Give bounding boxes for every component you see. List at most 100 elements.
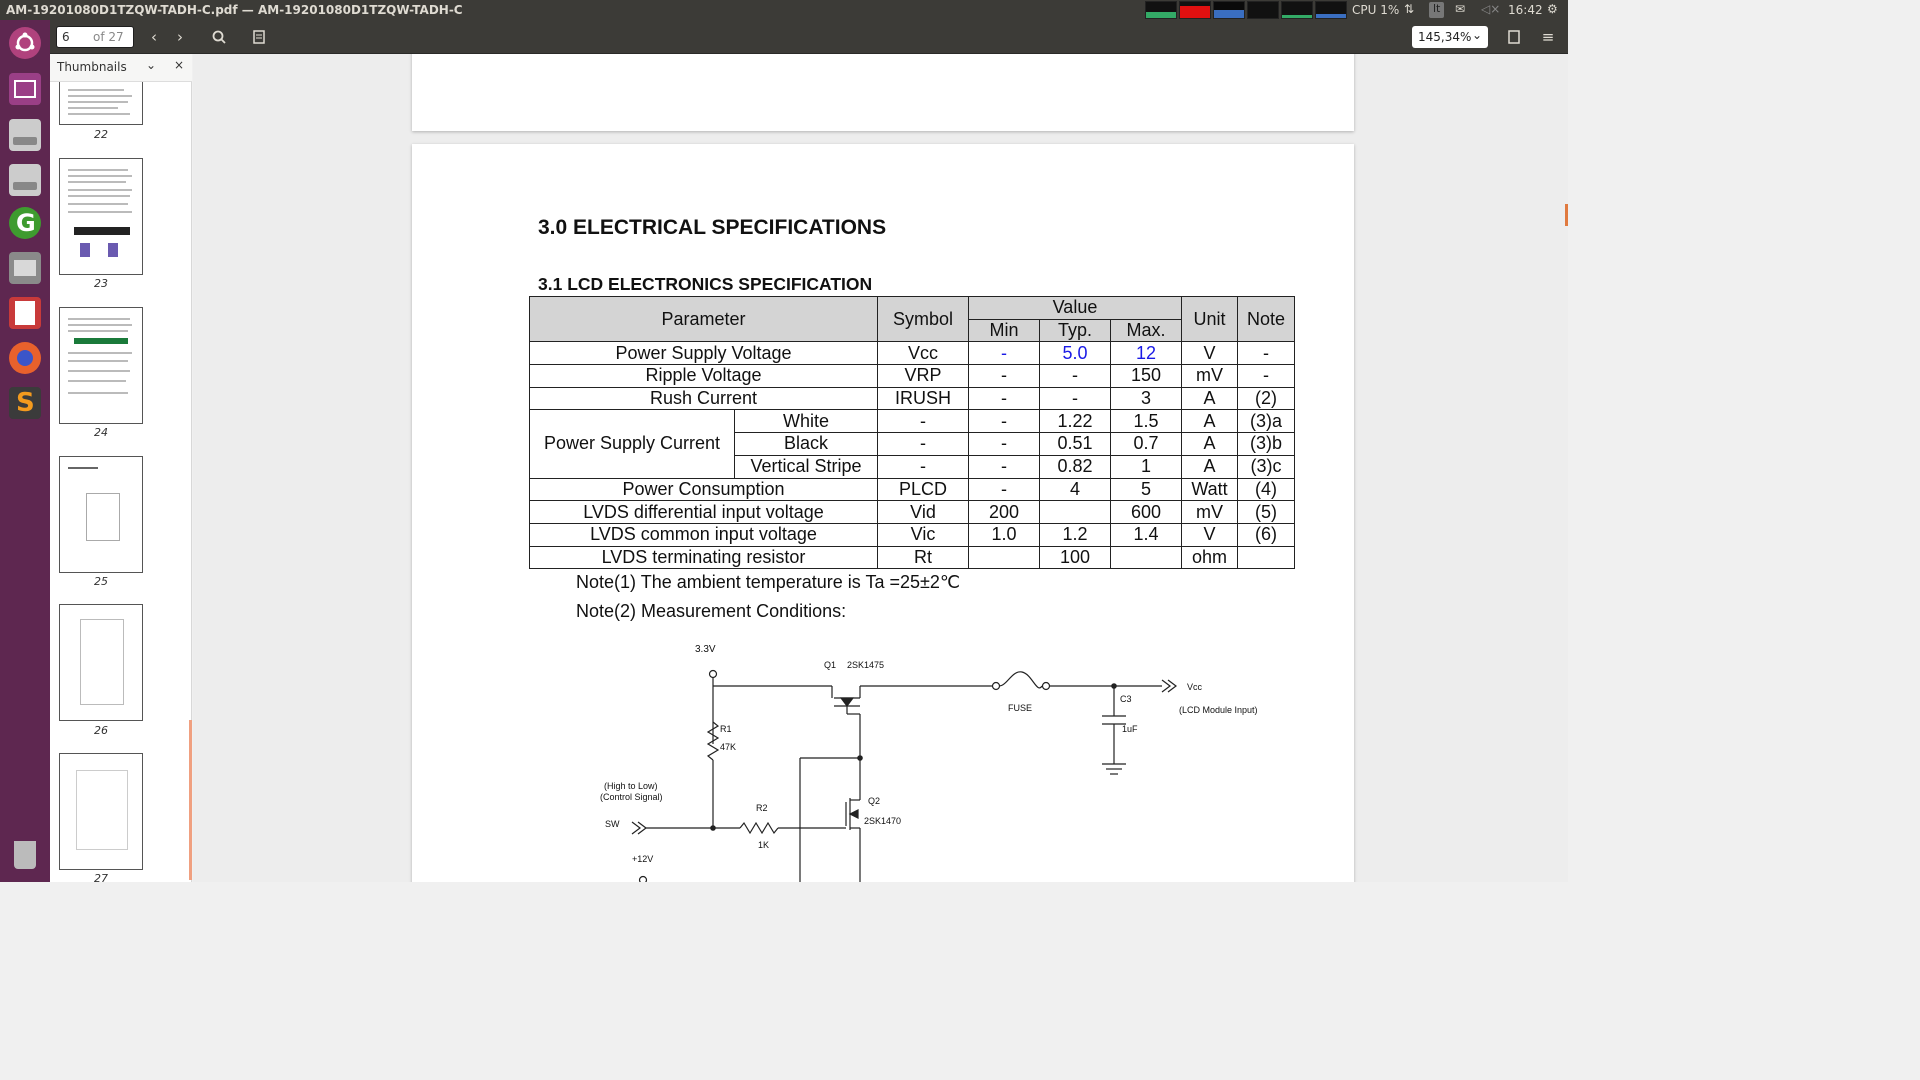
cell-subparameter: White — [734, 409, 878, 434]
network-graph — [1213, 1, 1245, 19]
table-row: Ripple Voltage VRP - - 150 mV - — [529, 364, 1295, 388]
sidebar-scrollbar[interactable] — [189, 720, 192, 880]
annotations-icon[interactable] — [247, 26, 271, 48]
file-manager-icon[interactable] — [5, 248, 45, 288]
cell-unit: A — [1181, 386, 1238, 411]
thumbnail-page[interactable] — [59, 456, 143, 573]
cell-min — [968, 545, 1040, 570]
cell-min: 1.0 — [968, 522, 1040, 547]
cpu-label[interactable]: CPU 1% — [1352, 3, 1399, 17]
top-panel: AM-19201080D1TZQW-TADH-C.pdf — AM-192010… — [0, 0, 1568, 20]
cell-typ: 4 — [1039, 477, 1111, 502]
firefox-icon[interactable] — [5, 338, 45, 378]
cell-max: 5 — [1110, 477, 1182, 502]
update-manager-icon[interactable]: G — [5, 203, 45, 243]
disk-drive-icon-2[interactable] — [5, 160, 45, 200]
thumbnail-list[interactable]: 22 23 24 25 26 27 — [50, 82, 192, 882]
sidebar-mode-label[interactable]: Thumbnails — [57, 60, 127, 74]
keyboard-layout-indicator[interactable]: lt — [1429, 2, 1445, 18]
thumbnail-page[interactable] — [59, 753, 143, 870]
thumbnail-page[interactable] — [59, 307, 143, 424]
volume-muted-icon[interactable]: ◁× — [1481, 2, 1500, 18]
menu-icon[interactable]: ≡ — [1536, 26, 1560, 48]
cell-unit: ohm — [1181, 545, 1238, 570]
table-row: LVDS terminating resistor Rt 100 ohm — [529, 545, 1295, 570]
search-icon[interactable] — [207, 26, 231, 48]
cell-parameter: Power Consumption — [529, 477, 878, 502]
cell-typ: - — [1039, 364, 1111, 388]
cell-parameter: Power Supply Voltage — [529, 341, 878, 366]
spec-table: Parameter Symbol Value Unit Note Min Typ… — [529, 295, 1295, 570]
disk-drive-icon[interactable] — [5, 115, 45, 155]
cell-min: 200 — [968, 500, 1040, 524]
cell-max: 1 — [1110, 454, 1182, 479]
cell-parameter: LVDS common input voltage — [529, 522, 878, 547]
close-icon[interactable]: × — [174, 58, 184, 72]
page-number-input[interactable]: 6 of 27 — [56, 26, 134, 48]
cell-parameter: Rush Current — [529, 386, 878, 411]
workspace-switcher-icon[interactable] — [5, 69, 45, 109]
thumbnail-page[interactable] — [59, 82, 143, 125]
cell-symbol: Vic — [877, 522, 969, 547]
cell-max: 0.7 — [1110, 432, 1182, 456]
page-current: 3.0 ELECTRICAL SPECIFICATIONS 3.1 LCD EL… — [412, 144, 1354, 882]
cell-note: - — [1237, 341, 1295, 366]
window-title: AM-19201080D1TZQW-TADH-C.pdf — AM-192010… — [6, 3, 463, 17]
zoom-select[interactable]: 145,34% ⌄ — [1412, 26, 1488, 48]
cell-min: - — [968, 386, 1040, 411]
cell-unit: Watt — [1181, 477, 1238, 502]
label-c3-value: 1uF — [1122, 724, 1138, 734]
clock[interactable]: 16:42 — [1508, 3, 1543, 17]
document-view[interactable]: 3.0 ELECTRICAL SPECIFICATIONS 3.1 LCD EL… — [193, 54, 1568, 882]
cell-unit: A — [1181, 454, 1238, 479]
network-transfer-icon[interactable]: ⇅ — [1404, 2, 1414, 18]
page-previous — [412, 54, 1354, 131]
cell-min: - — [968, 341, 1040, 366]
label-control-direction: (High to Low) — [604, 781, 658, 791]
ubuntu-dash-icon[interactable] — [5, 23, 45, 63]
cell-min: - — [968, 454, 1040, 479]
memory-graph — [1179, 1, 1211, 19]
document-properties-icon[interactable] — [1502, 26, 1526, 48]
cell-typ: 0.82 — [1039, 454, 1111, 479]
next-page-icon[interactable]: › — [168, 26, 192, 48]
cell-note — [1237, 545, 1295, 570]
mail-icon[interactable]: ✉ — [1455, 2, 1465, 18]
cell-note: (2) — [1237, 386, 1295, 411]
header-typ: Typ. — [1039, 318, 1111, 343]
table-row: Power Consumption PLCD - 4 5 Watt (4) — [529, 477, 1295, 502]
sublime-text-icon[interactable]: S — [5, 383, 45, 423]
header-value: Value — [968, 296, 1182, 320]
cell-note: (4) — [1237, 477, 1295, 502]
cell-max: 150 — [1110, 364, 1182, 388]
cell-parameter: LVDS terminating resistor — [529, 545, 878, 570]
cell-min: - — [968, 432, 1040, 456]
table-header-row: Parameter Symbol Value Unit Note — [529, 295, 1295, 343]
page-total: of 27 — [93, 30, 124, 44]
label-control-signal: (Control Signal) — [600, 792, 663, 802]
cell-min: - — [968, 409, 1040, 434]
label-q2: Q2 — [868, 796, 880, 806]
cell-typ: 1.22 — [1039, 409, 1111, 434]
viewer-toolbar: 6 of 27 ‹ › 145,34% ⌄ ≡ — [50, 20, 1568, 54]
document-viewer-icon[interactable] — [5, 293, 45, 333]
system-monitor[interactable] — [1145, 1, 1347, 19]
header-parameter: Parameter — [529, 295, 878, 343]
label-r2-value: 1K — [758, 840, 769, 850]
cell-typ: 0.51 — [1039, 432, 1111, 456]
label-vcc-description: (LCD Module Input) — [1179, 705, 1258, 715]
thumbnail-label: 23 — [94, 277, 108, 290]
thumbnail-page[interactable] — [59, 604, 143, 721]
zoom-value: 145,34% — [1418, 30, 1472, 44]
trash-icon[interactable] — [5, 835, 45, 875]
page-scroll-marker[interactable] — [1565, 204, 1568, 226]
label-q2-part: 2SK1470 — [864, 816, 901, 826]
thumbnail-label: 27 — [94, 872, 108, 882]
cell-parameter: Ripple Voltage — [529, 364, 878, 388]
previous-page-icon[interactable]: ‹ — [142, 26, 166, 48]
thumbnail-page[interactable] — [59, 158, 143, 275]
power-gear-icon[interactable]: ⚙ — [1547, 2, 1558, 18]
current-page[interactable]: 6 — [62, 30, 70, 44]
header-unit: Unit — [1181, 295, 1238, 343]
chevron-down-icon[interactable]: ⌄ — [146, 58, 156, 72]
